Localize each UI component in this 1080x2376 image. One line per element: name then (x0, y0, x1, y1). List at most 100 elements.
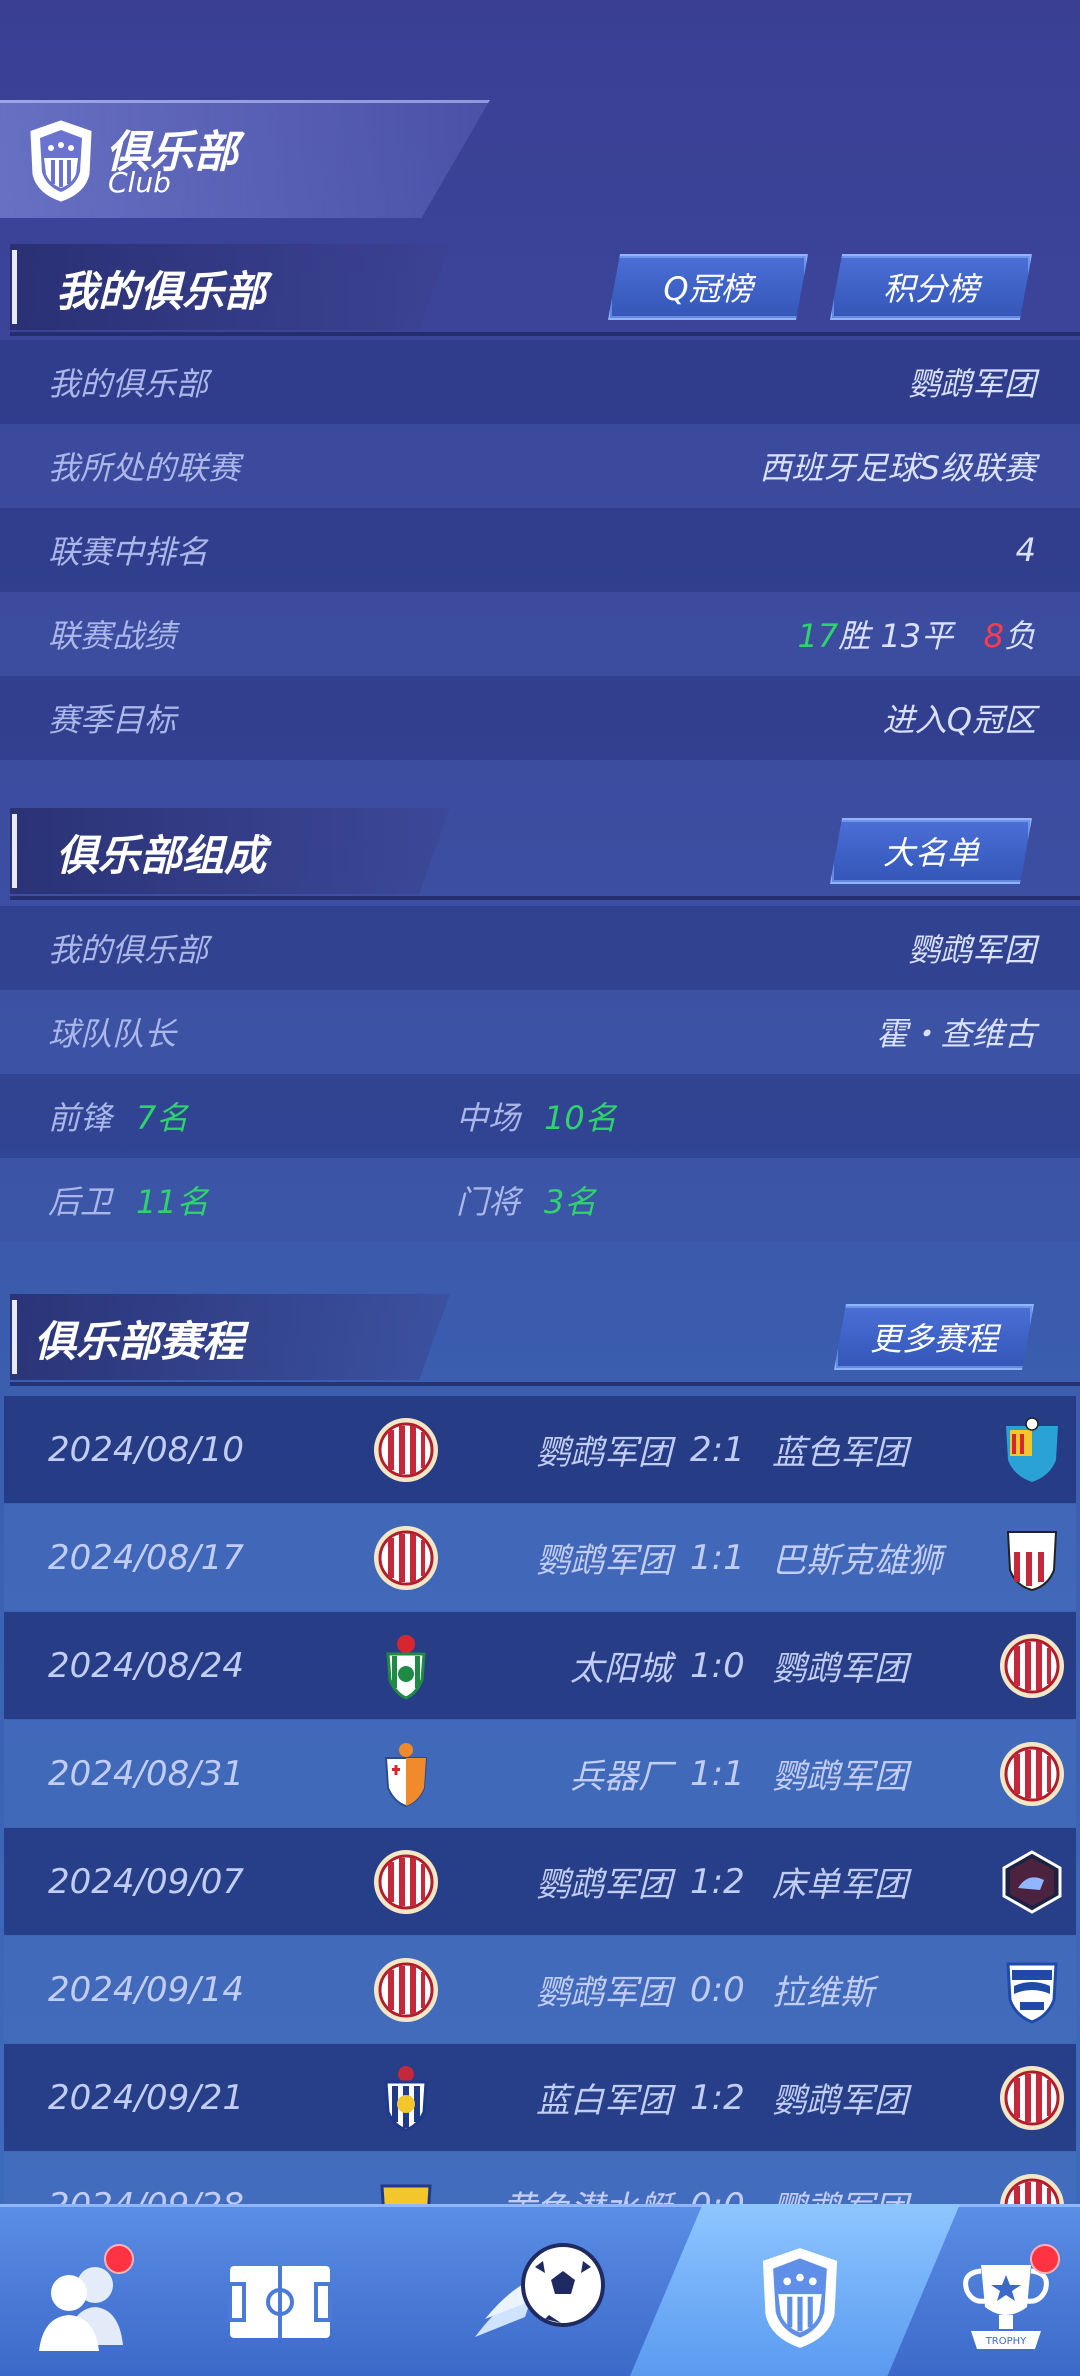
points-rank-button[interactable]: 积分榜 (830, 254, 1032, 320)
home-team: 兵器厂 (570, 1757, 672, 1797)
fixture-date: 2024/09/21 (48, 2077, 244, 2118)
row-value: 进入Q冠区 (882, 701, 1036, 739)
defender-count: 后卫 11名 (48, 1177, 456, 1223)
fixture-date: 2024/09/14 (48, 1969, 244, 2010)
info-row-club: 我的俱乐部 鹦鹉军团 (0, 906, 1080, 990)
fixture-row[interactable]: 2024/09/21 蓝白军团 1:2 鹦鹉军团 (4, 2044, 1076, 2151)
row-label: 我的俱乐部 (48, 365, 209, 403)
match-score: 1:0 (690, 1645, 745, 1686)
fixture-date: 2024/08/24 (48, 1645, 244, 1686)
home-team: 鹦鹉军团 (536, 1433, 672, 1473)
goalkeeper-count: 门将 3名 (456, 1177, 864, 1223)
composition-section-header: 俱乐部组成 大名单 (0, 808, 1080, 900)
roster-button[interactable]: 大名单 (830, 818, 1032, 884)
forward-label: 前锋 (48, 1099, 113, 1137)
away-team: 巴斯克雄狮 (772, 1541, 942, 1581)
nav-club-button[interactable] (740, 2228, 860, 2368)
position-row-attack: 前锋 7名 中场 10名 (0, 1074, 1080, 1158)
section-divider (10, 1382, 1080, 1386)
schedule-section-header: 俱乐部赛程 更多赛程 (0, 1294, 1080, 1386)
sun-badge-icon (372, 1632, 440, 1700)
arsenal-badge-icon (372, 1740, 440, 1808)
parrot-badge-icon (372, 1416, 440, 1484)
q-rank-button[interactable]: Q冠榜 (608, 254, 808, 320)
row-label: 我的俱乐部 (48, 931, 209, 969)
match-score: 1:2 (690, 2077, 745, 2118)
info-row-rank: 联赛中排名 4 (0, 508, 1080, 592)
section-accent-bar (12, 250, 17, 324)
match-score: 0:0 (690, 1969, 745, 2010)
away-team: 床单军团 (772, 1865, 908, 1905)
page-subtitle: Club (108, 166, 171, 199)
info-row-club: 我的俱乐部 鹦鹉军团 (0, 340, 1080, 424)
midfield-value: 10名 (544, 1099, 617, 1137)
notification-dot (104, 2244, 134, 2274)
home-team: 鹦鹉军团 (536, 1973, 672, 2013)
row-label: 球队队长 (48, 1015, 177, 1053)
row-label: 我所处的联赛 (48, 449, 241, 487)
section-divider (10, 332, 1080, 336)
club-shield-logo-icon (30, 120, 92, 202)
section-accent-bar (12, 814, 17, 888)
row-value: 鹦鹉军团 (907, 931, 1036, 969)
match-score: 1:1 (690, 1537, 745, 1578)
fixture-date: 2024/09/07 (48, 1861, 244, 1902)
away-team: 拉维斯 (772, 1973, 874, 2013)
parrot-badge-icon (372, 1524, 440, 1592)
fixture-row[interactable]: 2024/09/07 鹦鹉军团 1:2 床单军团 (4, 1828, 1076, 1935)
nav-match-button[interactable] (460, 2222, 620, 2362)
forward-count: 前锋 7名 (48, 1093, 456, 1139)
parrot-badge-icon (372, 1848, 440, 1916)
club-shield-icon (762, 2248, 838, 2348)
midfield-label: 中场 (456, 1099, 521, 1137)
nav-pitch-button[interactable] (220, 2232, 340, 2372)
parrot-badge-icon (998, 1740, 1066, 1808)
goalkeeper-value: 3名 (544, 1183, 597, 1221)
away-team: 蓝色军团 (772, 1433, 908, 1473)
section-accent-bar (12, 1300, 17, 1374)
fixture-row[interactable]: 2024/09/14 鹦鹉军团 0:0 拉维斯 (4, 1936, 1076, 2043)
pitch-icon (228, 2266, 332, 2338)
section-divider (10, 896, 1080, 900)
fixture-date: 2024/08/31 (48, 1753, 244, 1794)
fixture-row[interactable]: 2024/08/24 太阳城 1:0 鹦鹉军团 (4, 1612, 1076, 1719)
parrot-badge-icon (372, 1956, 440, 2024)
wins-unit: 胜 (838, 617, 871, 655)
fixture-date: 2024/08/10 (48, 1429, 244, 1470)
row-label: 联赛战绩 (48, 617, 177, 655)
away-team: 鹦鹉军团 (772, 1757, 908, 1797)
lion-badge-icon (998, 1524, 1066, 1592)
info-row-league: 我所处的联赛 西班牙足球S级联赛 (0, 424, 1080, 508)
match-score: 1:1 (690, 1753, 745, 1794)
fixture-row[interactable]: 2024/08/17 鹦鹉军团 1:1 巴斯克雄狮 (4, 1504, 1076, 1611)
section-title: 俱乐部组成 (56, 831, 267, 880)
soccer-ball-icon (475, 2243, 605, 2337)
away-team: 鹦鹉军团 (772, 2081, 908, 2121)
blue-shield-badge-icon (998, 1416, 1066, 1484)
away-team: 鹦鹉军团 (772, 1649, 908, 1689)
bluewhite-badge-icon (372, 2064, 440, 2132)
fixture-date: 2024/08/17 (48, 1537, 244, 1578)
my-club-section-header: 我的俱乐部 Q冠榜 积分榜 (0, 244, 1080, 336)
row-value: 西班牙足球S级联赛 (759, 449, 1036, 487)
home-team: 太阳城 (570, 1649, 672, 1689)
info-row-record: 联赛战绩 17胜 13平 8负 (0, 592, 1080, 676)
position-row-defense: 后卫 11名 门将 3名 (0, 1158, 1080, 1242)
more-schedule-button[interactable]: 更多赛程 (834, 1304, 1034, 1370)
parrot-badge-icon (998, 1632, 1066, 1700)
forward-value: 7名 (136, 1099, 189, 1137)
defender-value: 11名 (136, 1183, 209, 1221)
info-row-captain: 球队队长 霍・查维古 (0, 990, 1080, 1074)
home-team: 蓝白军团 (536, 2081, 672, 2121)
parrot-badge-icon (998, 2064, 1066, 2132)
trophy-label: TROPHY (985, 2336, 1027, 2347)
section-title: 我的俱乐部 (56, 267, 267, 316)
row-value: 霍・查维古 (875, 1015, 1036, 1053)
home-team: 鹦鹉军团 (536, 1541, 672, 1581)
fixture-row[interactable]: 2024/08/10 鹦鹉军团 2:1 蓝色军团 (4, 1396, 1076, 1503)
fixture-row[interactable]: 2024/08/31 兵器厂 1:1 鹦鹉军团 (4, 1720, 1076, 1827)
info-row-goal: 赛季目标 进入Q冠区 (0, 676, 1080, 760)
wolf-badge-icon (998, 1848, 1066, 1916)
row-label: 联赛中排名 (48, 533, 209, 571)
losses-count: 8 (983, 617, 1004, 655)
